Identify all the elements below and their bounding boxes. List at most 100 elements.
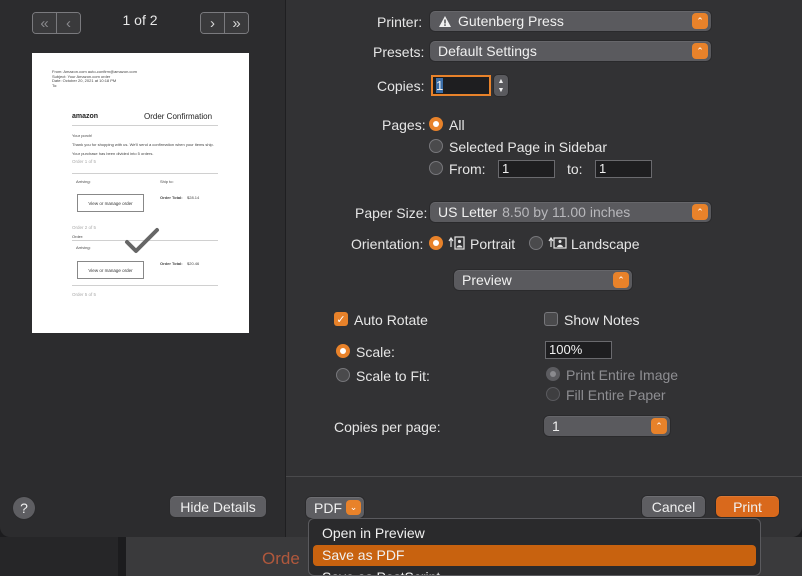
pages-to-field[interactable]: 1 bbox=[595, 160, 652, 178]
popup-arrows-icon: ⌃ bbox=[692, 43, 708, 59]
print-entire-image-radio[interactable] bbox=[546, 367, 560, 381]
page-nav-forward-group: › » bbox=[200, 12, 249, 34]
preview-order-1: Order 1 of 5 bbox=[72, 159, 97, 164]
print-settings-panel bbox=[286, 0, 802, 537]
auto-rotate-label: Auto Rotate bbox=[354, 312, 428, 328]
previous-page-button[interactable]: ‹ bbox=[56, 13, 80, 33]
pages-all-label: All bbox=[449, 117, 465, 133]
portrait-label: Portrait bbox=[470, 236, 516, 252]
next-page-button[interactable]: › bbox=[201, 13, 224, 33]
presets-value: Default Settings bbox=[438, 43, 537, 59]
cancel-button[interactable]: Cancel bbox=[642, 496, 705, 517]
copies-stepper[interactable]: ▲ ▼ bbox=[494, 75, 508, 96]
preview-title: Order Confirmation bbox=[144, 112, 213, 121]
section-popup[interactable]: Preview ⌃ bbox=[454, 270, 632, 290]
fill-entire-paper-label: Fill Entire Paper bbox=[566, 387, 666, 403]
menu-item-open-in-preview[interactable]: Open in Preview bbox=[313, 523, 756, 544]
background-window bbox=[0, 537, 118, 576]
stepper-up-icon: ▲ bbox=[497, 77, 505, 85]
scale-to-fit-label: Scale to Fit: bbox=[356, 368, 430, 384]
printer-popup[interactable]: Gutenberg Press ⌃ bbox=[430, 11, 711, 31]
print-button[interactable]: Print bbox=[716, 496, 779, 517]
pages-label: Pages: bbox=[382, 117, 426, 133]
preview-ship-to: Ship to: bbox=[160, 179, 174, 184]
preview-order-total-1: $28.14 bbox=[187, 195, 200, 200]
chevron-left-icon: ‹ bbox=[66, 14, 71, 32]
preview-order-5: Order 5 of 5 bbox=[72, 292, 97, 297]
chevron-down-icon: ⌄ bbox=[346, 500, 361, 515]
stepper-down-icon: ▼ bbox=[497, 86, 505, 94]
pdf-button-label: PDF bbox=[314, 499, 342, 516]
scale-label: Scale: bbox=[356, 344, 395, 360]
print-entire-image-label: Print Entire Image bbox=[566, 367, 679, 383]
orientation-label: Orientation: bbox=[351, 236, 424, 252]
preview-arriving-2: Arriving: bbox=[76, 245, 91, 250]
preview-order-2: Order 2 of 5 bbox=[72, 225, 97, 230]
scale-to-fit-radio[interactable] bbox=[336, 368, 350, 382]
preview-rule bbox=[72, 125, 218, 126]
paper-size-label: Paper Size: bbox=[355, 205, 428, 221]
pages-from-radio[interactable] bbox=[429, 161, 443, 175]
preview-thanks: Thank you for shopping with us. We'll se… bbox=[72, 142, 214, 147]
page-nav-back-group: « ‹ bbox=[32, 12, 81, 34]
auto-rotate-checkbox[interactable]: ✓ bbox=[334, 312, 348, 326]
copies-value: 1 bbox=[436, 78, 444, 93]
preview-amazon-logo: amazon bbox=[72, 113, 99, 120]
pages-all-radio[interactable] bbox=[429, 117, 443, 131]
page-preview[interactable]: From: Amazon.com auto-confirm@amazon.com… bbox=[32, 53, 249, 333]
checkmark-icon: ✓ bbox=[336, 313, 346, 326]
portrait-icon bbox=[448, 236, 465, 250]
preview-rule bbox=[72, 173, 218, 174]
copies-per-page-value: 1 bbox=[552, 418, 560, 434]
scale-field[interactable]: 100% bbox=[545, 341, 612, 359]
printer-label: Printer: bbox=[377, 14, 423, 30]
show-notes-label: Show Notes bbox=[564, 312, 640, 328]
pages-from-field[interactable]: 1 bbox=[498, 160, 555, 178]
double-chevron-right-icon: » bbox=[232, 14, 241, 32]
show-notes-checkbox[interactable] bbox=[544, 312, 558, 326]
preview-order-total-label-2: Order Total: bbox=[160, 261, 183, 266]
checkmark-icon bbox=[125, 228, 159, 253]
double-chevron-left-icon: « bbox=[40, 14, 49, 32]
orientation-landscape-radio[interactable] bbox=[529, 236, 543, 250]
question-mark-icon: ? bbox=[20, 500, 28, 516]
landscape-label: Landscape bbox=[571, 236, 640, 252]
preview-order-total-2: $20.46 bbox=[187, 261, 200, 266]
paper-size-popup[interactable]: US Letter 8.50 by 11.00 inches ⌃ bbox=[430, 202, 711, 222]
popup-arrows-icon: ⌃ bbox=[613, 272, 629, 288]
preview-view-order-button: View or manage order bbox=[77, 194, 144, 212]
paper-size-value: US Letter bbox=[438, 204, 498, 220]
menu-item-save-as-pdf[interactable]: Save as PDF bbox=[313, 545, 756, 566]
fill-entire-paper-radio[interactable] bbox=[546, 387, 560, 401]
scale-radio[interactable] bbox=[336, 344, 350, 358]
presets-popup[interactable]: Default Settings ⌃ bbox=[430, 41, 711, 61]
copies-field[interactable]: 1 bbox=[431, 75, 491, 96]
copies-label: Copies: bbox=[377, 78, 425, 94]
last-page-button[interactable]: » bbox=[224, 13, 248, 33]
preview-rule bbox=[72, 285, 218, 286]
preview-order-total-label: Order Total: bbox=[160, 195, 183, 200]
preview-divided: Your purchase has been divided into 5 or… bbox=[72, 151, 154, 156]
footer-divider bbox=[286, 476, 802, 477]
pages-selected-label: Selected Page in Sidebar bbox=[449, 139, 607, 155]
hide-details-button[interactable]: Hide Details bbox=[170, 496, 266, 517]
pages-from-label: From: bbox=[449, 161, 486, 177]
landscape-icon bbox=[548, 236, 567, 249]
copies-per-page-popup[interactable]: 1 ⌃ bbox=[544, 416, 670, 436]
popup-arrows-icon: ⌃ bbox=[692, 204, 708, 220]
preview-greeting: Your porch! bbox=[72, 133, 93, 138]
preview-header-line: To: bbox=[52, 82, 58, 88]
printer-value: Gutenberg Press bbox=[458, 13, 564, 29]
pages-selected-radio[interactable] bbox=[429, 139, 443, 153]
preview-view-order-button-2: View or manage order bbox=[77, 261, 144, 279]
pdf-menu-button[interactable]: PDF ⌄ bbox=[306, 497, 364, 518]
presets-label: Presets: bbox=[373, 44, 425, 60]
copies-per-page-label: Copies per page: bbox=[334, 419, 441, 435]
menu-item-save-as-postscript[interactable]: Save as PostScript bbox=[313, 567, 756, 575]
help-button[interactable]: ? bbox=[13, 497, 35, 519]
orientation-portrait-radio[interactable] bbox=[429, 236, 443, 250]
preview-arriving: Arriving: bbox=[76, 179, 91, 184]
first-page-button[interactable]: « bbox=[33, 13, 56, 33]
preview-order-label: Order: bbox=[72, 234, 84, 239]
pages-to-label: to: bbox=[567, 161, 583, 177]
